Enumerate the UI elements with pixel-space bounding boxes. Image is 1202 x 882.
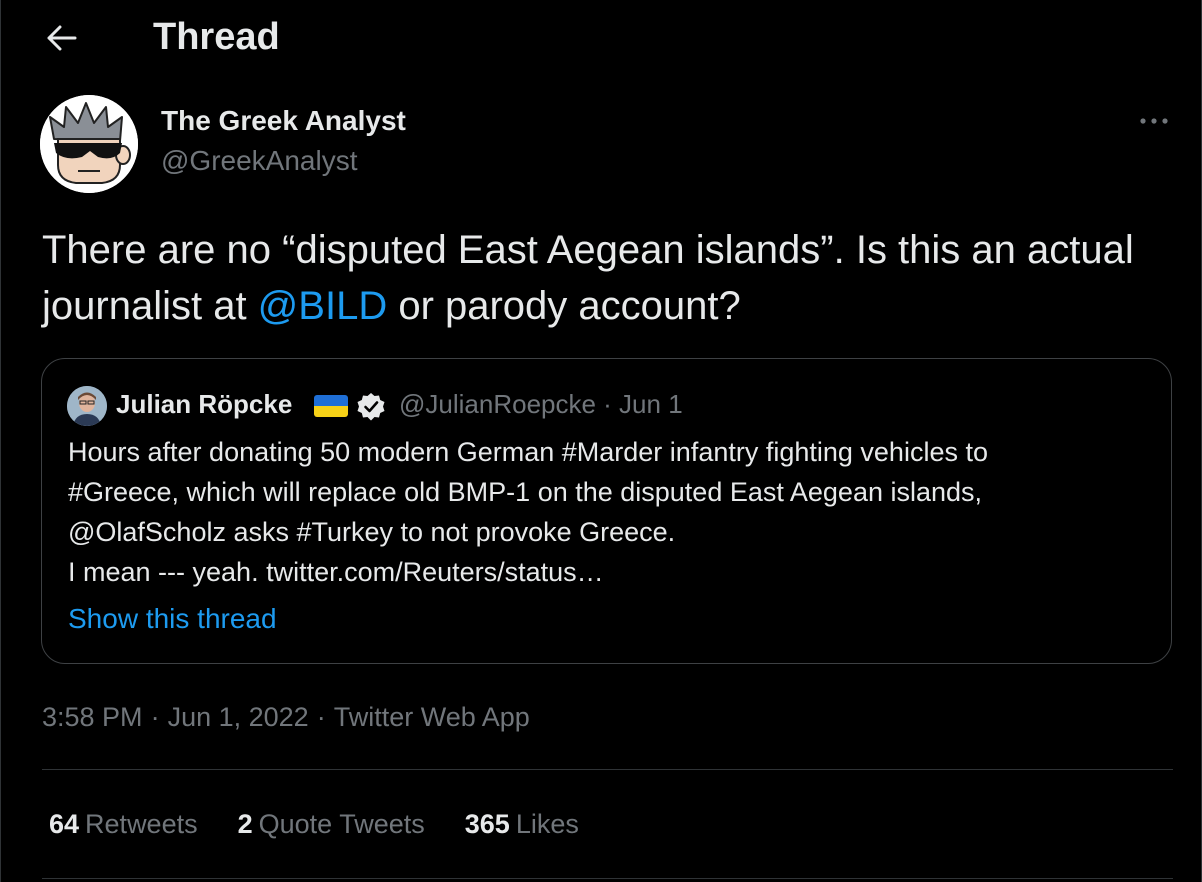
likes-count: 365 — [464, 809, 510, 839]
meta-separator: · — [316, 702, 326, 732]
tweet-source[interactable]: Twitter Web App — [334, 702, 530, 732]
more-options-button[interactable] — [1130, 108, 1178, 134]
show-thread-link[interactable]: Show this thread — [68, 601, 277, 637]
retweets-label: Retweets — [85, 809, 198, 839]
quote-tweets-count: 2 — [237, 809, 253, 839]
quote-author-avatar — [67, 386, 107, 426]
quote-text-line: @OlafScholz asks #Turkey to not provoke … — [68, 517, 676, 547]
quote-author-name: Julian Röpcke — [116, 389, 293, 419]
retweets-stat[interactable]: 64 Retweets — [49, 806, 198, 842]
verified-badge-icon — [356, 392, 386, 422]
likes-stat[interactable]: 365 Likes — [465, 806, 579, 842]
person-photo-icon — [67, 386, 107, 426]
tweet-time[interactable]: 3:58 PM — [42, 702, 143, 732]
quote-tweets-stat[interactable]: 2 Quote Tweets — [238, 806, 425, 842]
likes-label: Likes — [515, 809, 579, 839]
quote-handle-date: @JulianRoepcke · Jun 1 — [399, 389, 683, 419]
author-handle[interactable]: @GreekAnalyst — [161, 144, 358, 178]
tweet-date[interactable]: Jun 1, 2022 — [168, 702, 309, 732]
back-button[interactable] — [40, 18, 84, 58]
arrow-left-icon — [47, 25, 77, 51]
quote-tweets-label: Quote Tweets — [258, 809, 425, 839]
tweet-text-part: or parody account? — [387, 284, 741, 328]
retweets-count: 64 — [49, 809, 80, 839]
quote-text-line: #Greece, which will replace old BMP-1 on… — [68, 477, 983, 507]
more-dots-icon — [1140, 118, 1168, 124]
author-avatar[interactable] — [40, 95, 138, 193]
quote-text-line: I mean --- yeah. twitter.com/Reuters/sta… — [68, 557, 604, 587]
divider — [42, 769, 1173, 770]
quote-tweet-card[interactable]: Julian Röpcke @JulianRoepcke · Jun 1 Hou… — [41, 358, 1172, 664]
thread-header: Thread — [0, 0, 1202, 76]
page-title: Thread — [153, 16, 280, 58]
divider — [42, 878, 1173, 879]
meta-separator: · — [150, 702, 160, 732]
mention-link[interactable]: @BILD — [258, 284, 388, 328]
quote-text-line: Hours after donating 50 modern German #M… — [68, 437, 988, 467]
tweet-meta: 3:58 PM · Jun 1, 2022 · Twitter Web App — [42, 700, 530, 734]
tweet-stats: 64 Retweets 2 Quote Tweets 365 Likes — [49, 806, 619, 842]
author-name[interactable]: The Greek Analyst — [161, 104, 406, 138]
tweet-text: There are no “disputed East Aegean islan… — [42, 222, 1182, 334]
ukraine-flag — [314, 395, 348, 417]
cartoon-sunglasses-avatar — [40, 95, 138, 193]
quote-text: Hours after donating 50 modern German #M… — [68, 432, 1148, 592]
